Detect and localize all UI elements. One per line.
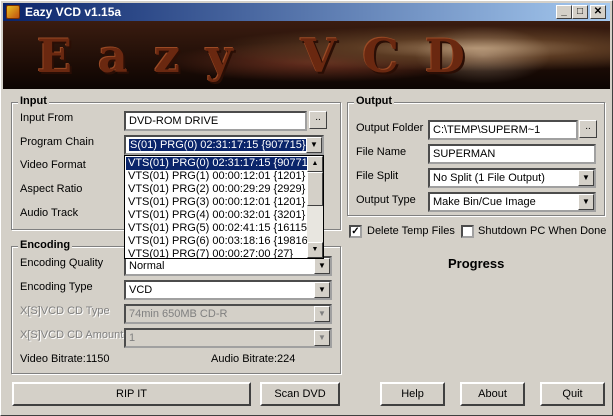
scrollbar-thumb[interactable] bbox=[307, 172, 323, 206]
close-button[interactable]: ✕ bbox=[590, 5, 606, 19]
chevron-down-icon[interactable]: ▼ bbox=[306, 137, 322, 153]
about-button[interactable]: About bbox=[460, 382, 525, 406]
cd-amount-select: 1 ▼ bbox=[124, 328, 332, 348]
list-item[interactable]: VTS(01) PRG(3) 00:00:12:01 {1201} bbox=[126, 196, 308, 209]
output-folder-field[interactable]: C:\TEMP\SUPERM~1 bbox=[428, 120, 578, 140]
banner-image: Eazy VCD bbox=[3, 21, 610, 89]
encoding-type-label: Encoding Type bbox=[20, 281, 93, 293]
progress-label: Progress bbox=[448, 256, 505, 271]
input-from-field[interactable]: DVD-ROM DRIVE bbox=[124, 111, 307, 131]
output-type-select[interactable]: Make Bin/Cue Image ▼ bbox=[428, 192, 596, 212]
title-bar[interactable]: Eazy VCD v1.15a _ □ ✕ bbox=[3, 3, 610, 21]
scan-dvd-button[interactable]: Scan DVD bbox=[260, 382, 340, 406]
main-window: Eazy VCD v1.15a _ □ ✕ Eazy VCD Input Inp… bbox=[0, 0, 613, 416]
chevron-down-icon[interactable]: ▼ bbox=[578, 170, 594, 186]
encoding-type-value: VCD bbox=[129, 284, 153, 296]
audio-track-label: Audio Track bbox=[20, 207, 79, 219]
encoding-quality-select[interactable]: Normal ▼ bbox=[124, 256, 332, 276]
cd-type-label: X[S]VCD CD Type bbox=[20, 305, 110, 317]
minimize-button[interactable]: _ bbox=[556, 5, 572, 19]
banner-logo: Eazy VCD bbox=[37, 29, 491, 83]
delete-temp-checkbox[interactable]: ✓ bbox=[349, 225, 362, 238]
cd-amount-label: X[S]VCD CD Amount bbox=[20, 329, 124, 341]
shutdown-label: Shutdown PC When Done bbox=[478, 225, 607, 237]
file-split-select[interactable]: No Split (1 File Output) ▼ bbox=[428, 168, 596, 188]
encoding-quality-label: Encoding Quality bbox=[20, 257, 104, 269]
list-item[interactable]: VTS(01) PRG(0) 02:31:17:15 {907715} bbox=[126, 157, 308, 170]
cd-amount-value: 1 bbox=[129, 332, 136, 344]
window-title: Eazy VCD v1.15a bbox=[25, 5, 122, 19]
quit-button[interactable]: Quit bbox=[540, 382, 605, 406]
input-group-title: Input bbox=[18, 95, 49, 107]
help-button[interactable]: Help bbox=[380, 382, 445, 406]
output-folder-label: Output Folder bbox=[356, 122, 424, 134]
encoding-group-title: Encoding bbox=[18, 239, 73, 251]
list-item[interactable]: VTS(01) PRG(4) 00:00:32:01 {3201} bbox=[126, 209, 308, 222]
video-bitrate: Video Bitrate:1150 bbox=[20, 353, 110, 365]
list-item[interactable]: VTS(01) PRG(5) 00:02:41:15 {16115} bbox=[126, 222, 308, 235]
app-icon bbox=[6, 5, 20, 19]
program-chain-selected: S(01) PRG(0) 02:31:17:15 {907715} bbox=[129, 139, 307, 151]
output-group-title: Output bbox=[354, 95, 395, 107]
file-split-value: No Split (1 File Output) bbox=[433, 172, 545, 184]
list-item[interactable]: VTS(01) PRG(6) 00:03:18:16 {19816} bbox=[126, 235, 308, 248]
shutdown-checkbox[interactable] bbox=[461, 225, 474, 238]
list-item[interactable]: VTS(01) PRG(1) 00:00:12:01 {1201} bbox=[126, 170, 308, 183]
output-type-value: Make Bin/Cue Image bbox=[433, 196, 536, 208]
output-type-label: Output Type bbox=[356, 194, 416, 206]
output-browse-button[interactable]: .. bbox=[579, 120, 597, 138]
rip-it-button[interactable]: RIP IT bbox=[12, 382, 251, 406]
program-chain-label: Program Chain bbox=[20, 136, 94, 148]
chevron-down-icon: ▼ bbox=[314, 330, 330, 346]
cd-type-select: 74min 650MB CD-R ▼ bbox=[124, 304, 332, 324]
file-name-field[interactable]: SUPERMAN bbox=[428, 144, 596, 164]
chevron-down-icon[interactable]: ▼ bbox=[314, 258, 330, 274]
file-name-label: File Name bbox=[356, 146, 407, 158]
cd-type-value: 74min 650MB CD-R bbox=[129, 308, 228, 320]
program-chain-dropdown[interactable]: VTS(01) PRG(0) 02:31:17:15 {907715} VTS(… bbox=[124, 155, 324, 259]
chevron-down-icon[interactable]: ▼ bbox=[314, 282, 330, 298]
aspect-ratio-label: Aspect Ratio bbox=[20, 183, 83, 195]
list-item[interactable]: VTS(01) PRG(7) 00:00:27:00 {27} bbox=[126, 248, 308, 258]
list-item[interactable]: VTS(01) PRG(2) 00:00:29:29 {2929} bbox=[126, 183, 308, 196]
audio-bitrate: Audio Bitrate:224 bbox=[211, 353, 296, 365]
video-format-label: Video Format bbox=[20, 159, 86, 171]
file-split-label: File Split bbox=[356, 170, 399, 182]
encoding-type-select[interactable]: VCD ▼ bbox=[124, 280, 332, 300]
program-chain-select[interactable]: S(01) PRG(0) 02:31:17:15 {907715} ▼ bbox=[124, 135, 324, 155]
chevron-down-icon[interactable]: ▼ bbox=[578, 194, 594, 210]
delete-temp-label: Delete Temp Files bbox=[367, 225, 455, 237]
dropdown-scrollbar[interactable]: ▲ ▼ bbox=[307, 156, 323, 258]
maximize-button[interactable]: □ bbox=[572, 5, 588, 19]
input-browse-button[interactable]: .. bbox=[309, 111, 327, 129]
scroll-down-icon[interactable]: ▼ bbox=[307, 242, 323, 258]
scroll-up-icon[interactable]: ▲ bbox=[307, 156, 323, 172]
chevron-down-icon: ▼ bbox=[314, 306, 330, 322]
input-from-label: Input From bbox=[20, 112, 74, 124]
encoding-quality-value: Normal bbox=[129, 260, 165, 272]
